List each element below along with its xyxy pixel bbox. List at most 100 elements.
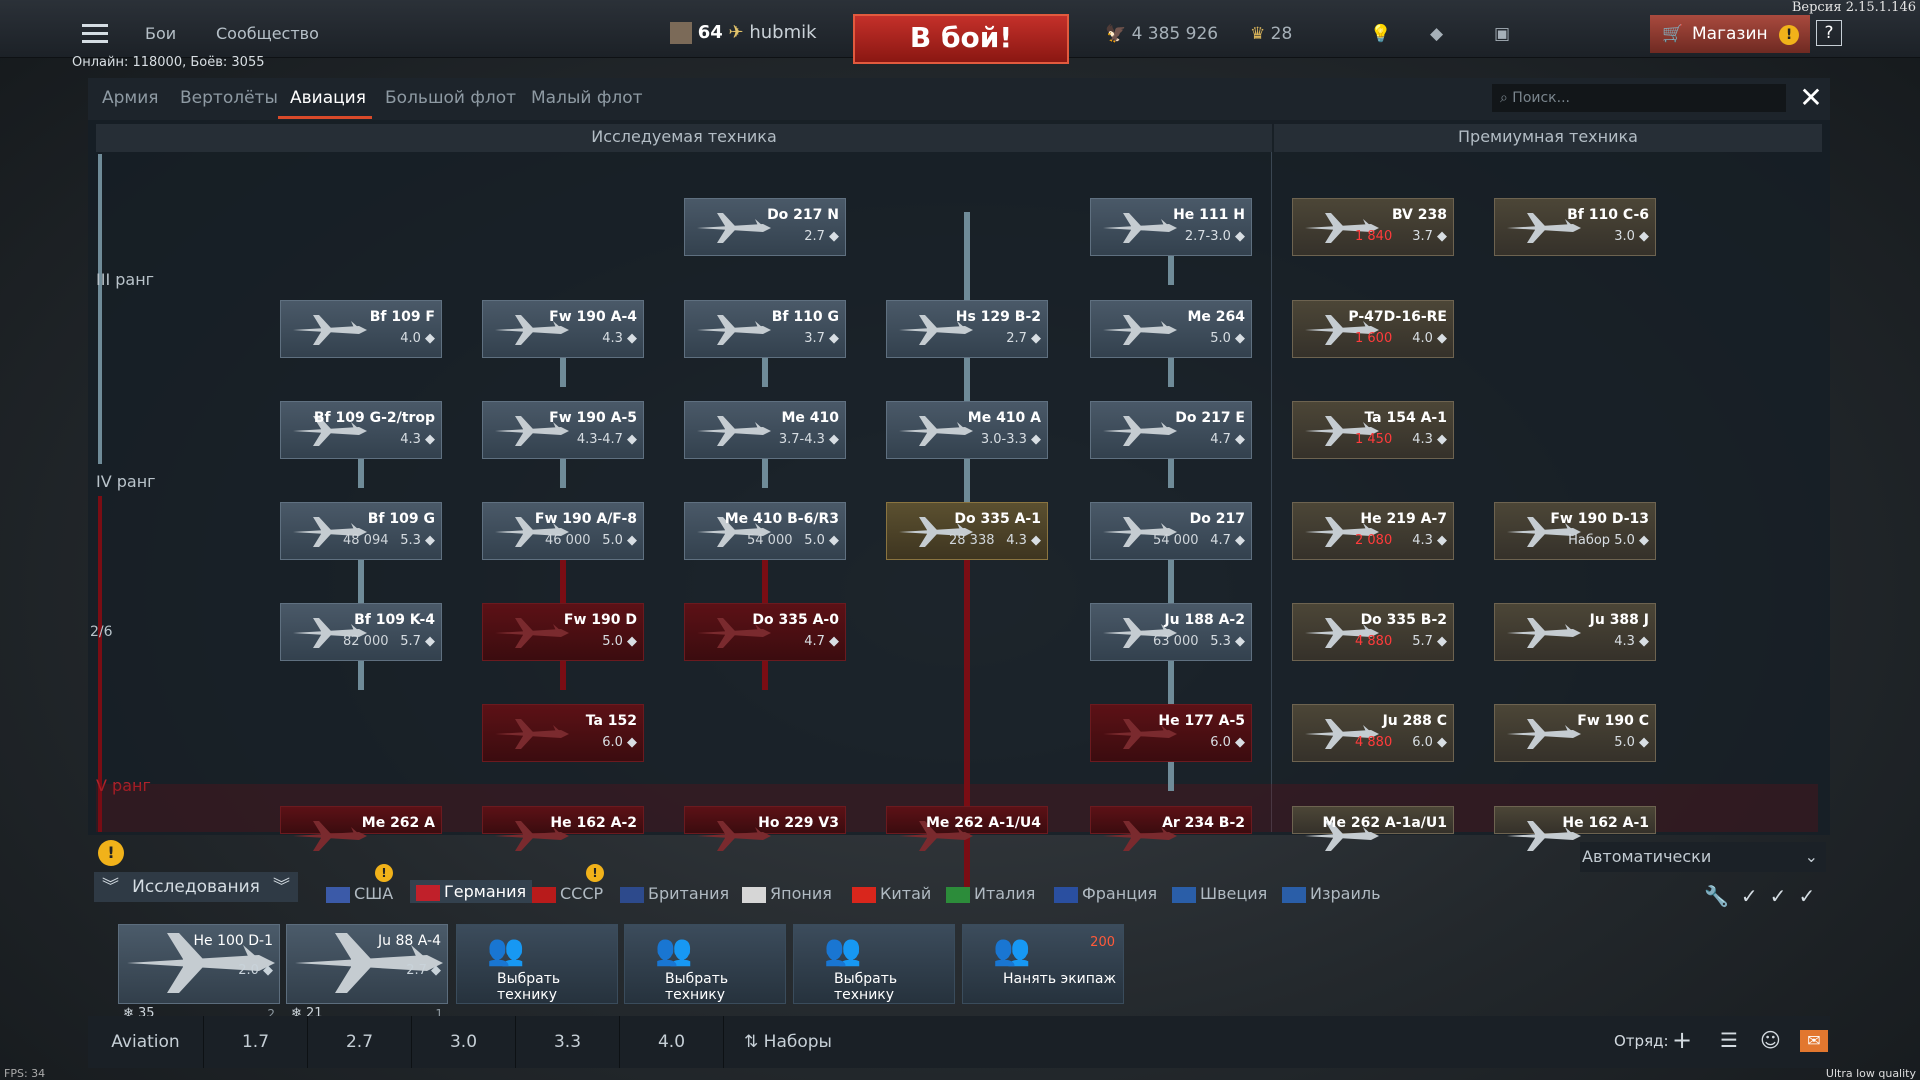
- vehicle-card[interactable]: Me 410 B-6/R3 5.0 ◆ 54 000: [684, 502, 846, 560]
- vehicle-name: Bf 110 C-6: [1567, 207, 1649, 223]
- premium-vehicle-card[interactable]: Do 335 B-2 5.7 ◆ 4 880: [1292, 603, 1454, 661]
- tab-bluewater-fleet[interactable]: Большой флот: [385, 88, 516, 108]
- vehicle-card[interactable]: Me 410 3.7-4.3 ◆: [684, 401, 846, 459]
- vehicle-card[interactable]: Bf 109 F 4.0 ◆: [280, 300, 442, 358]
- vehicle-card[interactable]: Me 264 5.0 ◆: [1090, 300, 1252, 358]
- premium-vehicle-card[interactable]: Ju 388 J 4.3 ◆: [1494, 603, 1656, 661]
- nation-tab[interactable]: Франция: [1054, 884, 1157, 903]
- crew-slot-empty[interactable]: 👥 Выбрать технику: [793, 924, 955, 1004]
- vehicle-card[interactable]: Do 217 4.7 ◆ 54 000: [1090, 502, 1252, 560]
- menu-icon[interactable]: [82, 24, 108, 44]
- vehicle-card[interactable]: Me 262 A-1/U4: [886, 806, 1048, 851]
- premium-vehicle-card[interactable]: P-47D-16-RE 4.0 ◆ 1 600: [1292, 300, 1454, 358]
- br-button[interactable]: 1.7: [204, 1016, 308, 1068]
- vehicle-card[interactable]: Bf 109 K-4 5.7 ◆ 82 000: [280, 603, 442, 661]
- premium-vehicle-card[interactable]: He 162 A-1: [1494, 806, 1656, 851]
- gold-cost: 4 880: [1355, 735, 1393, 750]
- crew-slot[interactable]: Ju 88 A-4 2.7 ◆ ❄ 21 1: [286, 924, 448, 1021]
- vehicle-card[interactable]: Do 335 A-0 4.7 ◆: [684, 603, 846, 661]
- crew-slot[interactable]: He 100 D-1 2.0 ◆ ❄ 35 2: [118, 924, 280, 1021]
- crew-slot-empty[interactable]: 👥 Выбрать технику: [456, 924, 618, 1004]
- vehicle-card[interactable]: He 177 A-5 6.0 ◆: [1090, 704, 1252, 762]
- silver-balance[interactable]: 🦅 4 385 926: [1105, 24, 1218, 44]
- nation-tab[interactable]: СССР: [532, 884, 603, 903]
- help-button[interactable]: ?: [1816, 20, 1842, 46]
- vehicle-card[interactable]: Me 410 A 3.0-3.3 ◆: [886, 401, 1048, 459]
- shop-button[interactable]: 🛒 Магазин !: [1650, 15, 1810, 53]
- nation-tab[interactable]: Швеция: [1172, 884, 1267, 903]
- gold-balance[interactable]: ♛ 28: [1250, 24, 1292, 44]
- lightbulb-icon[interactable]: 💡: [1370, 24, 1391, 44]
- nation-tab[interactable]: США: [326, 884, 393, 903]
- player-info[interactable]: 64 ✈ hubmik: [670, 22, 817, 44]
- game-mode[interactable]: Aviation: [88, 1016, 204, 1068]
- double-check-icon[interactable]: ✓: [1770, 884, 1799, 908]
- close-button[interactable]: ✕: [1796, 84, 1826, 114]
- nation-tab[interactable]: Италия: [946, 884, 1035, 903]
- check-icon[interactable]: ✓: [1741, 884, 1770, 908]
- tab-helicopters[interactable]: Вертолёты: [180, 88, 278, 108]
- premium-vehicle-card[interactable]: Fw 190 D-13 Набор 5.0 ◆: [1494, 502, 1656, 560]
- crew-tools[interactable]: 🔧✓✓✓: [1704, 884, 1827, 908]
- premium-vehicle-card[interactable]: Ju 288 C 6.0 ◆ 4 880: [1292, 704, 1454, 762]
- br-button[interactable]: 3.0: [412, 1016, 516, 1068]
- list-icon[interactable]: ☰: [1720, 1028, 1738, 1052]
- diamond-icon[interactable]: ◆: [1430, 24, 1443, 44]
- tab-coastal-fleet[interactable]: Малый флот: [531, 88, 643, 108]
- flag-icon: [1172, 886, 1196, 903]
- crew-slot-empty[interactable]: 👥 Нанять экипаж 200: [962, 924, 1124, 1004]
- vehicle-card[interactable]: Ho 229 V3: [684, 806, 846, 851]
- vehicle-card[interactable]: Fw 190 D 5.0 ◆: [482, 603, 644, 661]
- premium-vehicle-card[interactable]: Me 262 A-1a/U1: [1292, 806, 1454, 851]
- vehicle-card[interactable]: He 162 A-2: [482, 806, 644, 851]
- vehicle-card[interactable]: Bf 109 G-2/trop 4.3 ◆: [280, 401, 442, 459]
- nav-battles[interactable]: Бои: [145, 24, 176, 43]
- alert-icon[interactable]: !: [98, 840, 124, 866]
- nation-tab[interactable]: Япония: [742, 884, 832, 903]
- nation-tab[interactable]: Израиль: [1282, 884, 1381, 903]
- vehicle-card[interactable]: Bf 109 G 5.3 ◆ 48 094: [280, 502, 442, 560]
- premium-vehicle-card[interactable]: He 219 A-7 4.3 ◆ 2 080: [1292, 502, 1454, 560]
- nation-tab[interactable]: Британия: [620, 884, 729, 903]
- br-button[interactable]: 3.3: [516, 1016, 620, 1068]
- nation-tab[interactable]: Германия: [410, 880, 533, 903]
- tab-army[interactable]: Армия: [102, 88, 159, 108]
- wrench-icon[interactable]: 🔧: [1704, 884, 1741, 908]
- vehicle-card[interactable]: Fw 190 A/F-8 5.0 ◆ 46 000: [482, 502, 644, 560]
- premium-vehicle-card[interactable]: Fw 190 C 5.0 ◆: [1494, 704, 1656, 762]
- add-squad-icon[interactable]: +: [1672, 1026, 1692, 1054]
- search-input[interactable]: ⌕ Поиск...: [1492, 84, 1786, 112]
- ticket-icon[interactable]: ▣: [1494, 24, 1510, 44]
- vehicle-card[interactable]: Do 335 A-1 4.3 ◆ 28 338: [886, 502, 1048, 560]
- premium-vehicle-card[interactable]: Bf 110 C-6 3.0 ◆: [1494, 198, 1656, 256]
- friends-icon[interactable]: ☺: [1760, 1028, 1781, 1052]
- mail-icon[interactable]: ✉: [1800, 1030, 1828, 1052]
- vehicle-card[interactable]: Ar 234 B-2: [1090, 806, 1252, 851]
- vehicle-card[interactable]: Do 217 E 4.7 ◆: [1090, 401, 1252, 459]
- battle-button[interactable]: В бой!: [853, 14, 1069, 64]
- sets-button[interactable]: ⇅ Наборы: [728, 1016, 848, 1068]
- vehicle-card[interactable]: Fw 190 A-5 4.3-4.7 ◆: [482, 401, 644, 459]
- nav-community[interactable]: Сообщество: [216, 24, 319, 43]
- vehicle-name: Bf 109 F: [369, 309, 435, 325]
- check-all-icon[interactable]: ✓: [1798, 884, 1827, 908]
- premium-vehicle-card[interactable]: Ta 154 A-1 4.3 ◆ 1 450: [1292, 401, 1454, 459]
- battle-rating: 4.3 ◆: [602, 331, 637, 346]
- vehicle-card[interactable]: Me 262 A: [280, 806, 442, 851]
- crew-slot-empty[interactable]: 👥 Выбрать технику: [624, 924, 786, 1004]
- vehicle-card[interactable]: He 111 H 2.7-3.0 ◆: [1090, 198, 1252, 256]
- premium-vehicle-card[interactable]: BV 238 3.7 ◆ 1 840: [1292, 198, 1454, 256]
- nation-label: СССР: [560, 884, 604, 903]
- vehicle-card[interactable]: Hs 129 B-2 2.7 ◆: [886, 300, 1048, 358]
- vehicle-card[interactable]: Ta 152 6.0 ◆: [482, 704, 644, 762]
- research-toggle[interactable]: ︾ Исследования ︾: [94, 872, 298, 902]
- vehicle-card[interactable]: Ju 188 A-2 5.3 ◆ 63 000: [1090, 603, 1252, 661]
- tab-aviation[interactable]: Авиация: [290, 88, 366, 108]
- br-button[interactable]: 2.7: [308, 1016, 412, 1068]
- vehicle-card[interactable]: Do 217 N 2.7 ◆: [684, 198, 846, 256]
- br-button[interactable]: 4.0: [620, 1016, 724, 1068]
- vehicle-card[interactable]: Bf 110 G 3.7 ◆: [684, 300, 846, 358]
- vehicle-card[interactable]: Fw 190 A-4 4.3 ◆: [482, 300, 644, 358]
- research-mode-dropdown[interactable]: Автоматически ⌄: [1580, 842, 1826, 872]
- nation-tab[interactable]: Китай: [852, 884, 931, 903]
